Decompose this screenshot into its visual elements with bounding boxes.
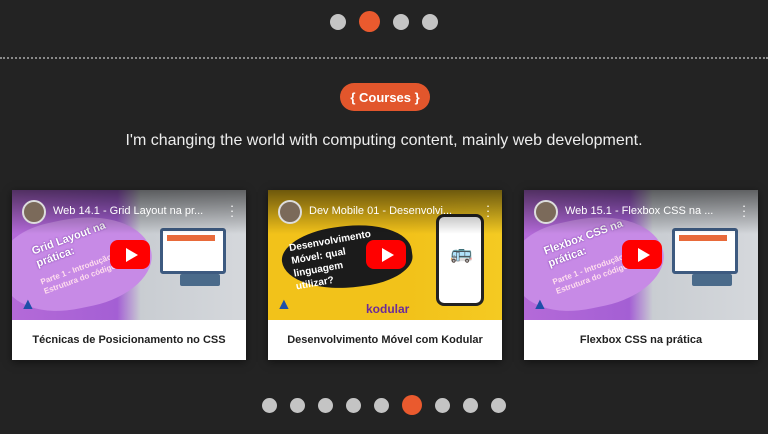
monitor-illustration [672, 228, 738, 274]
carousel-dot[interactable] [318, 397, 333, 413]
card-caption[interactable]: Técnicas de Posicionamento no CSS [12, 320, 246, 360]
keyboard-illustration [692, 274, 732, 286]
channel-logo-icon: ▲ [532, 296, 548, 313]
youtube-play-icon[interactable] [366, 240, 406, 269]
video-title[interactable]: Web 15.1 - Flexbox CSS na ... [565, 205, 721, 217]
channel-avatar[interactable] [22, 200, 46, 224]
video-thumbnail[interactable]: Flexbox CSS na prática: Parte 1 - Introd… [524, 190, 758, 320]
video-thumbnail[interactable]: Grid Layout na prática: Parte 1 - Introd… [12, 190, 246, 320]
course-card[interactable]: Desenvolvimento Móvel: qual linguagem ut… [268, 190, 502, 360]
carousel-dot[interactable] [491, 397, 506, 413]
channel-avatar[interactable] [534, 200, 558, 224]
youtube-play-icon[interactable] [110, 240, 150, 269]
video-thumbnail[interactable]: Desenvolvimento Móvel: qual linguagem ut… [268, 190, 502, 320]
carousel-dot[interactable] [262, 397, 277, 413]
carousel-dot[interactable] [374, 397, 389, 413]
kodular-logo: kodular [366, 302, 410, 316]
kebab-menu-icon[interactable]: · · · [229, 199, 235, 222]
course-card[interactable]: Flexbox CSS na prática: Parte 1 - Introd… [524, 190, 758, 360]
course-cards: Grid Layout na prática: Parte 1 - Introd… [12, 190, 758, 360]
carousel-dot[interactable] [435, 397, 450, 413]
courses-badge: { Courses } [340, 83, 430, 111]
card-caption[interactable]: Desenvolvimento Móvel com Kodular [268, 320, 502, 360]
carousel-dot[interactable] [422, 13, 438, 30]
bottom-carousel-dots [0, 395, 768, 415]
video-title[interactable]: Web 14.1 - Grid Layout na pr... [53, 205, 209, 217]
carousel-dot[interactable] [346, 397, 361, 413]
monitor-illustration [160, 228, 226, 274]
carousel-dot-active[interactable] [359, 11, 380, 32]
kebab-menu-icon[interactable]: · · · [741, 199, 747, 222]
section-subtitle: I'm changing the world with computing co… [125, 132, 643, 149]
section-divider [0, 57, 768, 59]
channel-logo-icon: ▲ [20, 296, 36, 313]
keyboard-illustration [180, 274, 220, 286]
carousel-dot[interactable] [463, 397, 478, 413]
carousel-dot-active[interactable] [402, 395, 422, 415]
channel-avatar[interactable] [278, 200, 302, 224]
card-caption[interactable]: Flexbox CSS na prática [524, 320, 758, 360]
course-card[interactable]: Grid Layout na prática: Parte 1 - Introd… [12, 190, 246, 360]
top-carousel-dots [0, 11, 768, 32]
kebab-menu-icon[interactable]: · · · [485, 199, 491, 222]
youtube-play-icon[interactable] [622, 240, 662, 269]
carousel-dot[interactable] [290, 397, 305, 413]
carousel-dot[interactable] [393, 13, 409, 30]
video-title[interactable]: Dev Mobile 01 - Desenvolvi... [309, 205, 465, 217]
channel-logo-icon: ▲ [276, 296, 292, 313]
carousel-dot[interactable] [330, 13, 346, 30]
